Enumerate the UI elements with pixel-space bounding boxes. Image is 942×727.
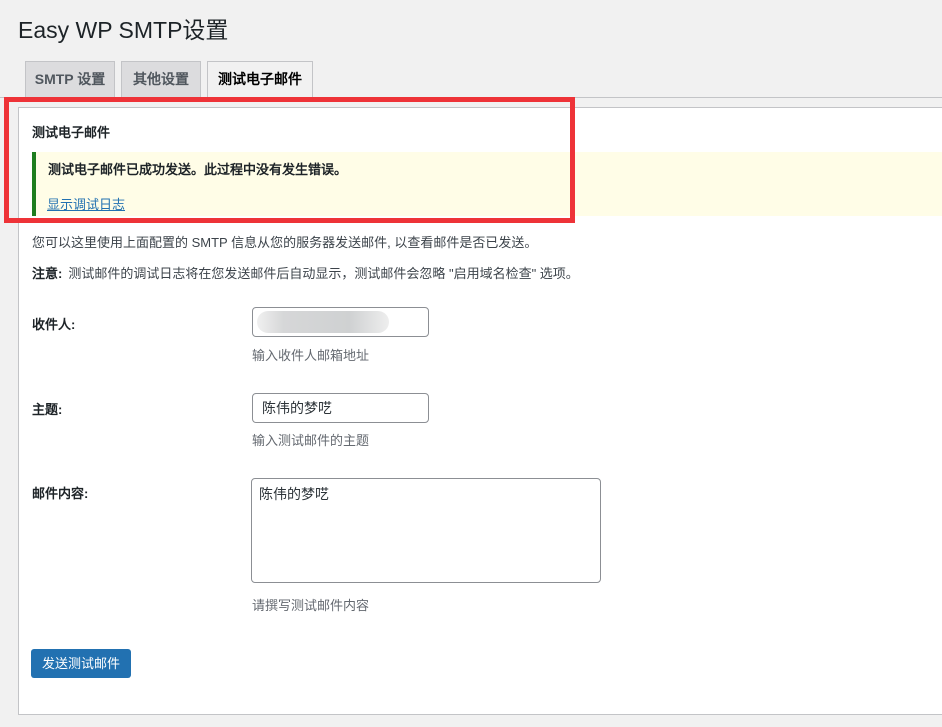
tab-smtp-settings[interactable]: SMTP 设置 bbox=[25, 61, 115, 98]
tab-test-email[interactable]: 测试电子邮件 bbox=[207, 61, 313, 99]
recipient-hint: 输入收件人邮箱地址 bbox=[252, 345, 369, 364]
page-title: Easy WP SMTP设置 bbox=[18, 11, 228, 45]
section-title: 测试电子邮件 bbox=[32, 122, 110, 141]
recipient-label: 收件人: bbox=[32, 314, 75, 333]
show-debug-log-link[interactable]: 显示调试日志 bbox=[47, 194, 125, 213]
tab-other-settings[interactable]: 其他设置 bbox=[121, 61, 201, 98]
note-label: 注意: bbox=[32, 266, 62, 281]
test-email-panel: 测试电子邮件 测试电子邮件已成功发送。此过程中没有发生错误。 显示调试日志 您可… bbox=[18, 107, 942, 715]
note-body: 测试邮件的调试日志将在您发送邮件后自动显示，测试邮件会忽略 "启用域名检查" 选… bbox=[68, 266, 578, 281]
notice-message: 测试电子邮件已成功发送。此过程中没有发生错误。 bbox=[48, 159, 347, 178]
redacted-email bbox=[257, 311, 389, 333]
send-test-email-button[interactable]: 发送测试邮件 bbox=[31, 649, 131, 678]
body-textarea[interactable]: 陈伟的梦呓 bbox=[251, 478, 601, 583]
subject-input[interactable]: 陈伟的梦呓 bbox=[252, 393, 429, 423]
body-hint: 请撰写测试邮件内容 bbox=[252, 595, 369, 614]
success-notice: 测试电子邮件已成功发送。此过程中没有发生错误。 显示调试日志 bbox=[32, 152, 942, 216]
intro-text: 您可以这里使用上面配置的 SMTP 信息从您的服务器发送邮件, 以查看邮件是否已… bbox=[32, 232, 537, 251]
recipient-input[interactable] bbox=[252, 307, 429, 337]
note-text: 注意: 测试邮件的调试日志将在您发送邮件后自动显示，测试邮件会忽略 "启用域名检查… bbox=[32, 263, 579, 282]
tab-bar: SMTP 设置 其他设置 测试电子邮件 bbox=[0, 61, 942, 98]
subject-hint: 输入测试邮件的主题 bbox=[252, 430, 369, 449]
body-label: 邮件内容: bbox=[32, 483, 88, 502]
subject-label: 主题: bbox=[32, 399, 62, 418]
